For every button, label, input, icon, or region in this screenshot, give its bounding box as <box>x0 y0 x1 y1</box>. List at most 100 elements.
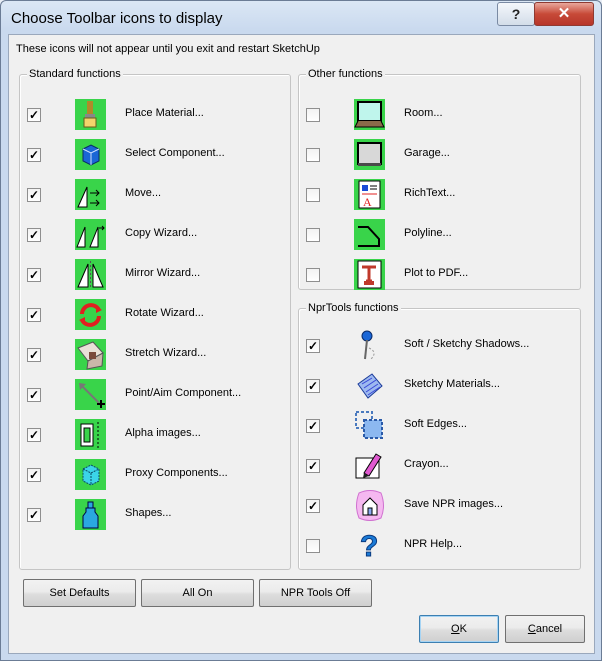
option-row[interactable]: Plot to PDF... <box>306 259 556 293</box>
option-row[interactable]: ✓ Place Material... <box>27 99 277 133</box>
standard-functions-group: Standard functions ✓ Place Material... ✓ Se… <box>19 68 291 570</box>
option-label: Place Material... <box>125 107 204 119</box>
option-row[interactable]: ✓ Rotate Wizard... <box>27 299 277 333</box>
option-checkbox[interactable]: ✓ <box>27 228 41 242</box>
option-checkbox[interactable] <box>306 108 320 122</box>
option-checkbox[interactable]: ✓ <box>27 268 41 282</box>
option-row[interactable]: ? NPR Help... <box>306 530 556 564</box>
component-cube-icon <box>75 139 106 170</box>
option-checkbox[interactable]: ✓ <box>306 499 320 513</box>
option-label: Point/Aim Component... <box>125 387 242 399</box>
option-row[interactable]: Polyline... <box>306 219 556 253</box>
copy-wizard-icon <box>75 219 106 250</box>
option-label: Polyline... <box>404 227 452 239</box>
npr-tools-off-button[interactable]: NPR Tools Off <box>259 579 372 607</box>
crayon-icon <box>354 450 385 481</box>
restart-notice: These icons will not appear until you ex… <box>16 43 320 55</box>
option-label: Garage... <box>404 147 450 159</box>
all-on-button[interactable]: All On <box>141 579 254 607</box>
close-icon: ✕ <box>557 5 571 22</box>
option-label: Shapes... <box>125 507 172 519</box>
option-checkbox[interactable]: ✓ <box>306 339 320 353</box>
option-label: Sketchy Materials... <box>404 378 500 390</box>
option-row[interactable]: ✓ Soft / Sketchy Shadows... <box>306 330 556 364</box>
ok-label-rest: K <box>459 623 467 635</box>
option-row[interactable]: ✓ Soft Edges... <box>306 410 556 444</box>
svg-text:A: A <box>363 195 372 209</box>
option-checkbox[interactable]: ✓ <box>27 108 41 122</box>
pin-shadow-icon <box>354 330 385 361</box>
option-checkbox[interactable]: ✓ <box>27 308 41 322</box>
option-checkbox[interactable]: ✓ <box>27 468 41 482</box>
option-checkbox[interactable] <box>306 228 320 242</box>
svg-text:?: ? <box>360 530 378 561</box>
option-checkbox[interactable] <box>306 148 320 162</box>
title-bar[interactable]: Choose Toolbar icons to display ? ✕ <box>1 1 601 35</box>
move-icon <box>75 179 106 210</box>
dialog-title: Choose Toolbar icons to display <box>11 10 223 27</box>
option-checkbox[interactable]: ✓ <box>27 388 41 402</box>
help-icon: ? <box>511 6 521 22</box>
option-checkbox[interactable]: ✓ <box>27 508 41 522</box>
option-row[interactable]: ✓ Alpha images... <box>27 419 277 453</box>
nprtools-functions-group: NprTools functions ✓ Soft / Sketchy Shado… <box>298 302 581 570</box>
option-checkbox[interactable]: ✓ <box>306 379 320 393</box>
option-row[interactable]: A RichText... <box>306 179 556 213</box>
option-row[interactable]: ✓ Point/Aim Component... <box>27 379 277 413</box>
option-label: Copy Wizard... <box>125 227 198 239</box>
polyline-icon <box>354 219 385 250</box>
cancel-label-rest: ancel <box>535 623 563 635</box>
option-label: RichText... <box>404 187 456 199</box>
group-title: Other functions <box>306 68 385 80</box>
ok-button[interactable]: OK <box>419 615 499 643</box>
paint-brush-icon <box>75 99 106 130</box>
dialog-body: These icons will not appear until you ex… <box>8 34 595 654</box>
option-checkbox[interactable]: ✓ <box>306 419 320 433</box>
option-label: Soft Edges... <box>404 418 467 430</box>
mirror-wizard-icon <box>75 259 106 290</box>
option-row[interactable]: ✓ Move... <box>27 179 277 213</box>
option-row[interactable]: ✓ Save NPR images... <box>306 490 556 524</box>
option-row[interactable]: ✓ Shapes... <box>27 499 277 533</box>
dialog-window: Choose Toolbar icons to display ? ✕ Thes… <box>0 0 602 661</box>
option-label: Save NPR images... <box>404 498 504 510</box>
soft-edges-icon <box>354 410 385 441</box>
richtext-icon: A <box>354 179 385 210</box>
option-label: Plot to PDF... <box>404 267 469 279</box>
group-title: NprTools functions <box>306 302 401 314</box>
option-checkbox[interactable]: ✓ <box>27 348 41 362</box>
option-checkbox[interactable] <box>306 268 320 282</box>
proxy-components-icon <box>75 459 106 490</box>
option-checkbox[interactable]: ✓ <box>306 459 320 473</box>
alpha-images-icon <box>75 419 106 450</box>
option-row[interactable]: ✓ Proxy Components... <box>27 459 277 493</box>
help-button[interactable]: ? <box>497 2 535 26</box>
option-row[interactable]: ✓ Copy Wizard... <box>27 219 277 253</box>
option-row[interactable]: ✓ Sketchy Materials... <box>306 370 556 404</box>
option-checkbox[interactable]: ✓ <box>27 148 41 162</box>
option-row[interactable]: ✓ Stretch Wizard... <box>27 339 277 373</box>
option-label: Rotate Wizard... <box>125 307 204 319</box>
option-label: Mirror Wizard... <box>125 267 201 279</box>
garage-icon <box>354 139 385 170</box>
set-defaults-button[interactable]: Set Defaults <box>23 579 136 607</box>
option-checkbox[interactable] <box>306 539 320 553</box>
group-title: Standard functions <box>27 68 123 80</box>
option-checkbox[interactable]: ✓ <box>27 428 41 442</box>
option-row[interactable]: ✓ Crayon... <box>306 450 556 484</box>
rotate-wizard-icon <box>75 299 106 330</box>
option-row[interactable]: ✓ Select Component... <box>27 139 277 173</box>
option-label: Alpha images... <box>125 427 201 439</box>
option-checkbox[interactable]: ✓ <box>27 188 41 202</box>
option-label: Soft / Sketchy Shadows... <box>404 338 530 350</box>
room-icon <box>354 99 385 130</box>
option-row[interactable]: Room... <box>306 99 556 133</box>
option-row[interactable]: Garage... <box>306 139 556 173</box>
other-functions-group: Other functions Room... Garage... A RichTex… <box>298 68 581 293</box>
close-button[interactable]: ✕ <box>534 2 594 26</box>
help-question-icon: ? <box>354 530 385 564</box>
cancel-button[interactable]: Cancel <box>505 615 585 643</box>
option-row[interactable]: ✓ Mirror Wizard... <box>27 259 277 293</box>
option-label: Crayon... <box>404 458 449 470</box>
option-checkbox[interactable] <box>306 188 320 202</box>
